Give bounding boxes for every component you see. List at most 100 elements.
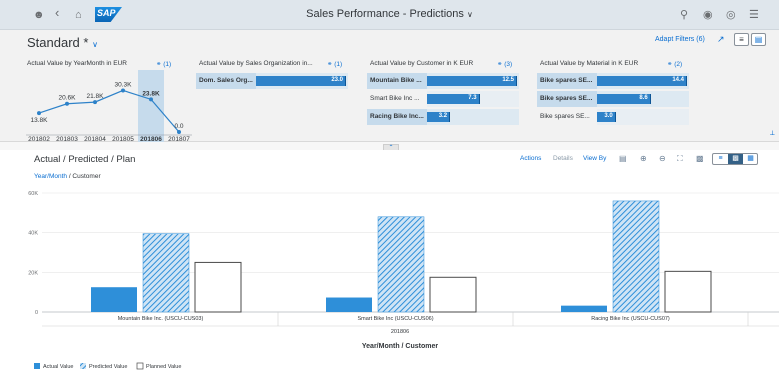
x-tick-label: 201802 (28, 136, 50, 143)
legend-label[interactable]: Actual Value (43, 364, 73, 370)
card-title: Actual Value by YearMonth in EUR (27, 60, 127, 67)
legend-swatch (34, 363, 40, 369)
pin-icon[interactable]: ⟂ (770, 130, 775, 138)
bar-label: Smart Bike Inc ... (370, 95, 420, 102)
table-view-icon[interactable]: ▦ (743, 154, 758, 164)
breadcrumb: Year/Month / Customer (34, 173, 101, 180)
card-count[interactable]: ⚭ (1) (327, 60, 342, 68)
bar-value: 12.5 (502, 77, 514, 83)
x-tick-label: Racing Bike Inc (USCU-CUS07) (591, 316, 670, 322)
variant-selector[interactable]: Standard * ∨ (27, 35, 98, 50)
search-icon[interactable]: ⚲ (680, 8, 688, 22)
data-label: 0.0 (174, 123, 183, 130)
data-label: 21.8K (87, 93, 105, 100)
bar-row[interactable]: Bike spares SE... 3.0 (537, 109, 689, 125)
line-point[interactable] (65, 101, 69, 106)
compact-view-icon[interactable]: ≡ (734, 33, 749, 46)
view-by-button[interactable]: View By (583, 155, 606, 162)
visual-filter-icon[interactable]: ▤ (751, 33, 766, 46)
legend-swatch (80, 363, 86, 369)
x-tick-label: Smart Bike Inc (USCU-CUS06) (357, 316, 433, 322)
chart-type-icon[interactable]: ▩ (696, 154, 704, 163)
bar-row[interactable]: Bike spares SE... 8.6 (537, 91, 689, 107)
legend-label[interactable]: Predicted Value (89, 364, 127, 370)
line-point[interactable] (177, 130, 181, 134)
chevron-down-icon: ∨ (92, 40, 98, 49)
bar-value: 7.3 (468, 95, 477, 101)
card-count[interactable]: ⚭ (1) (156, 60, 171, 68)
bar-value: 23.0 (331, 77, 343, 83)
legend-icon[interactable]: ▤ (619, 154, 627, 163)
x-tick-label: Mountain Bike Inc. (USCU-CUS03) (118, 316, 204, 322)
bar-label: Bike spares SE... (537, 73, 597, 89)
help-icon[interactable]: ◉ (703, 8, 713, 22)
x-tick-label: 201805 (112, 136, 134, 143)
data-label: 23.8K (142, 90, 160, 97)
bar-value: 8.6 (639, 95, 648, 101)
bar-label: Racing Bike Inc... (367, 109, 427, 125)
chart-bar[interactable] (91, 287, 137, 312)
y-tick-label: 60K (28, 191, 38, 197)
x-tick-label: 201804 (84, 136, 106, 143)
bar-row[interactable]: Racing Bike Inc... 3.2 (367, 109, 519, 125)
card-title: Actual Value by Sales Organization in... (199, 60, 313, 67)
card-title: Actual Value by Customer in K EUR (370, 60, 474, 67)
x-tick-label: 201803 (56, 136, 78, 143)
bar-row[interactable]: Mountain Bike ... 12.5 (367, 73, 519, 89)
details-button[interactable]: Details (553, 155, 573, 162)
bar-row[interactable]: Smart Bike Inc ... 7.3 (367, 91, 519, 107)
bar-label: Bike spares SE... (537, 91, 597, 107)
bar-row[interactable]: Bike spares SE... 14.4 (537, 73, 689, 89)
line-chart-card[interactable]: 13.8K 20.6K 21.8K 30.3K 23.8K 0.0 201802 201803… (22, 70, 192, 144)
bar-fill: 7.3 (427, 94, 480, 104)
list-view-icon[interactable]: ≡ (713, 154, 728, 164)
line-point[interactable] (93, 100, 97, 105)
share-icon[interactable]: ↗ (717, 34, 725, 45)
zoom-in-icon[interactable]: ⊕ (640, 154, 647, 163)
card-count[interactable]: ⚭ (2) (667, 60, 682, 68)
chevron-down-icon: ∨ (466, 10, 473, 19)
chart-bar[interactable] (429, 276, 477, 313)
x-tick-label: 201806 (140, 136, 162, 143)
chart-bar[interactable] (561, 305, 607, 312)
fullscreen-icon[interactable]: ⛶ (677, 154, 683, 164)
data-label: 20.6K (59, 95, 77, 102)
y-tick-label: 0 (35, 310, 38, 316)
adapt-filters-button[interactable]: Adapt Filters (6) (655, 36, 705, 43)
zoom-out-icon[interactable]: ⊖ (659, 154, 666, 163)
filter-header: Standard * ∨ Adapt Filters (6) ↗ ≡ ▤ Act… (0, 30, 779, 144)
line-point[interactable] (149, 97, 153, 102)
breadcrumb-link[interactable]: Year/Month (34, 173, 67, 180)
group-label: 201806 (391, 329, 409, 335)
data-label: 13.8K (31, 117, 49, 124)
shell-bar: ☻ ‹ ⌂ SAP Sales Performance - Prediction… (0, 0, 779, 30)
bar-value: 3.0 (604, 113, 613, 119)
notifications-icon[interactable]: ◎ (726, 8, 736, 22)
actions-button[interactable]: Actions (520, 155, 541, 162)
chart-view-icon[interactable]: ▩ (728, 154, 743, 164)
bar-value: 14.4 (672, 77, 684, 83)
bar-label: Mountain Bike ... (367, 73, 427, 89)
y-tick-label: 20K (28, 270, 38, 276)
bar-fill: 12.5 (427, 76, 517, 86)
bar-row[interactable]: Dom. Sales Org... 23.0 (196, 73, 348, 89)
chart-bar[interactable] (377, 216, 425, 313)
main-bar-chart[interactable]: 0 20K 40K 60K Mountain Bike Inc. (USCU-CUS03… (0, 185, 779, 388)
chart-title: Actual / Predicted / Plan (34, 154, 136, 165)
bar-fill: 8.6 (597, 94, 651, 104)
chart-bar[interactable] (326, 297, 372, 312)
chart-bar[interactable] (194, 261, 242, 313)
bar-fill: 23.0 (256, 76, 346, 86)
line-point[interactable] (121, 88, 125, 93)
card-count[interactable]: ⚭ (3) (497, 60, 512, 68)
data-label: 30.3K (115, 81, 133, 88)
app-title[interactable]: Sales Performance - Predictions ∨ (0, 8, 779, 20)
bar-fill: 14.4 (597, 76, 687, 86)
bar-value: 3.2 (438, 113, 448, 119)
line-point[interactable] (37, 111, 41, 116)
chart-bar[interactable] (612, 200, 660, 313)
chart-bar[interactable] (664, 270, 712, 313)
menu-icon[interactable]: ☰ (749, 8, 759, 22)
chart-bar[interactable] (142, 233, 190, 313)
legend-label[interactable]: Planned Value (146, 364, 181, 370)
